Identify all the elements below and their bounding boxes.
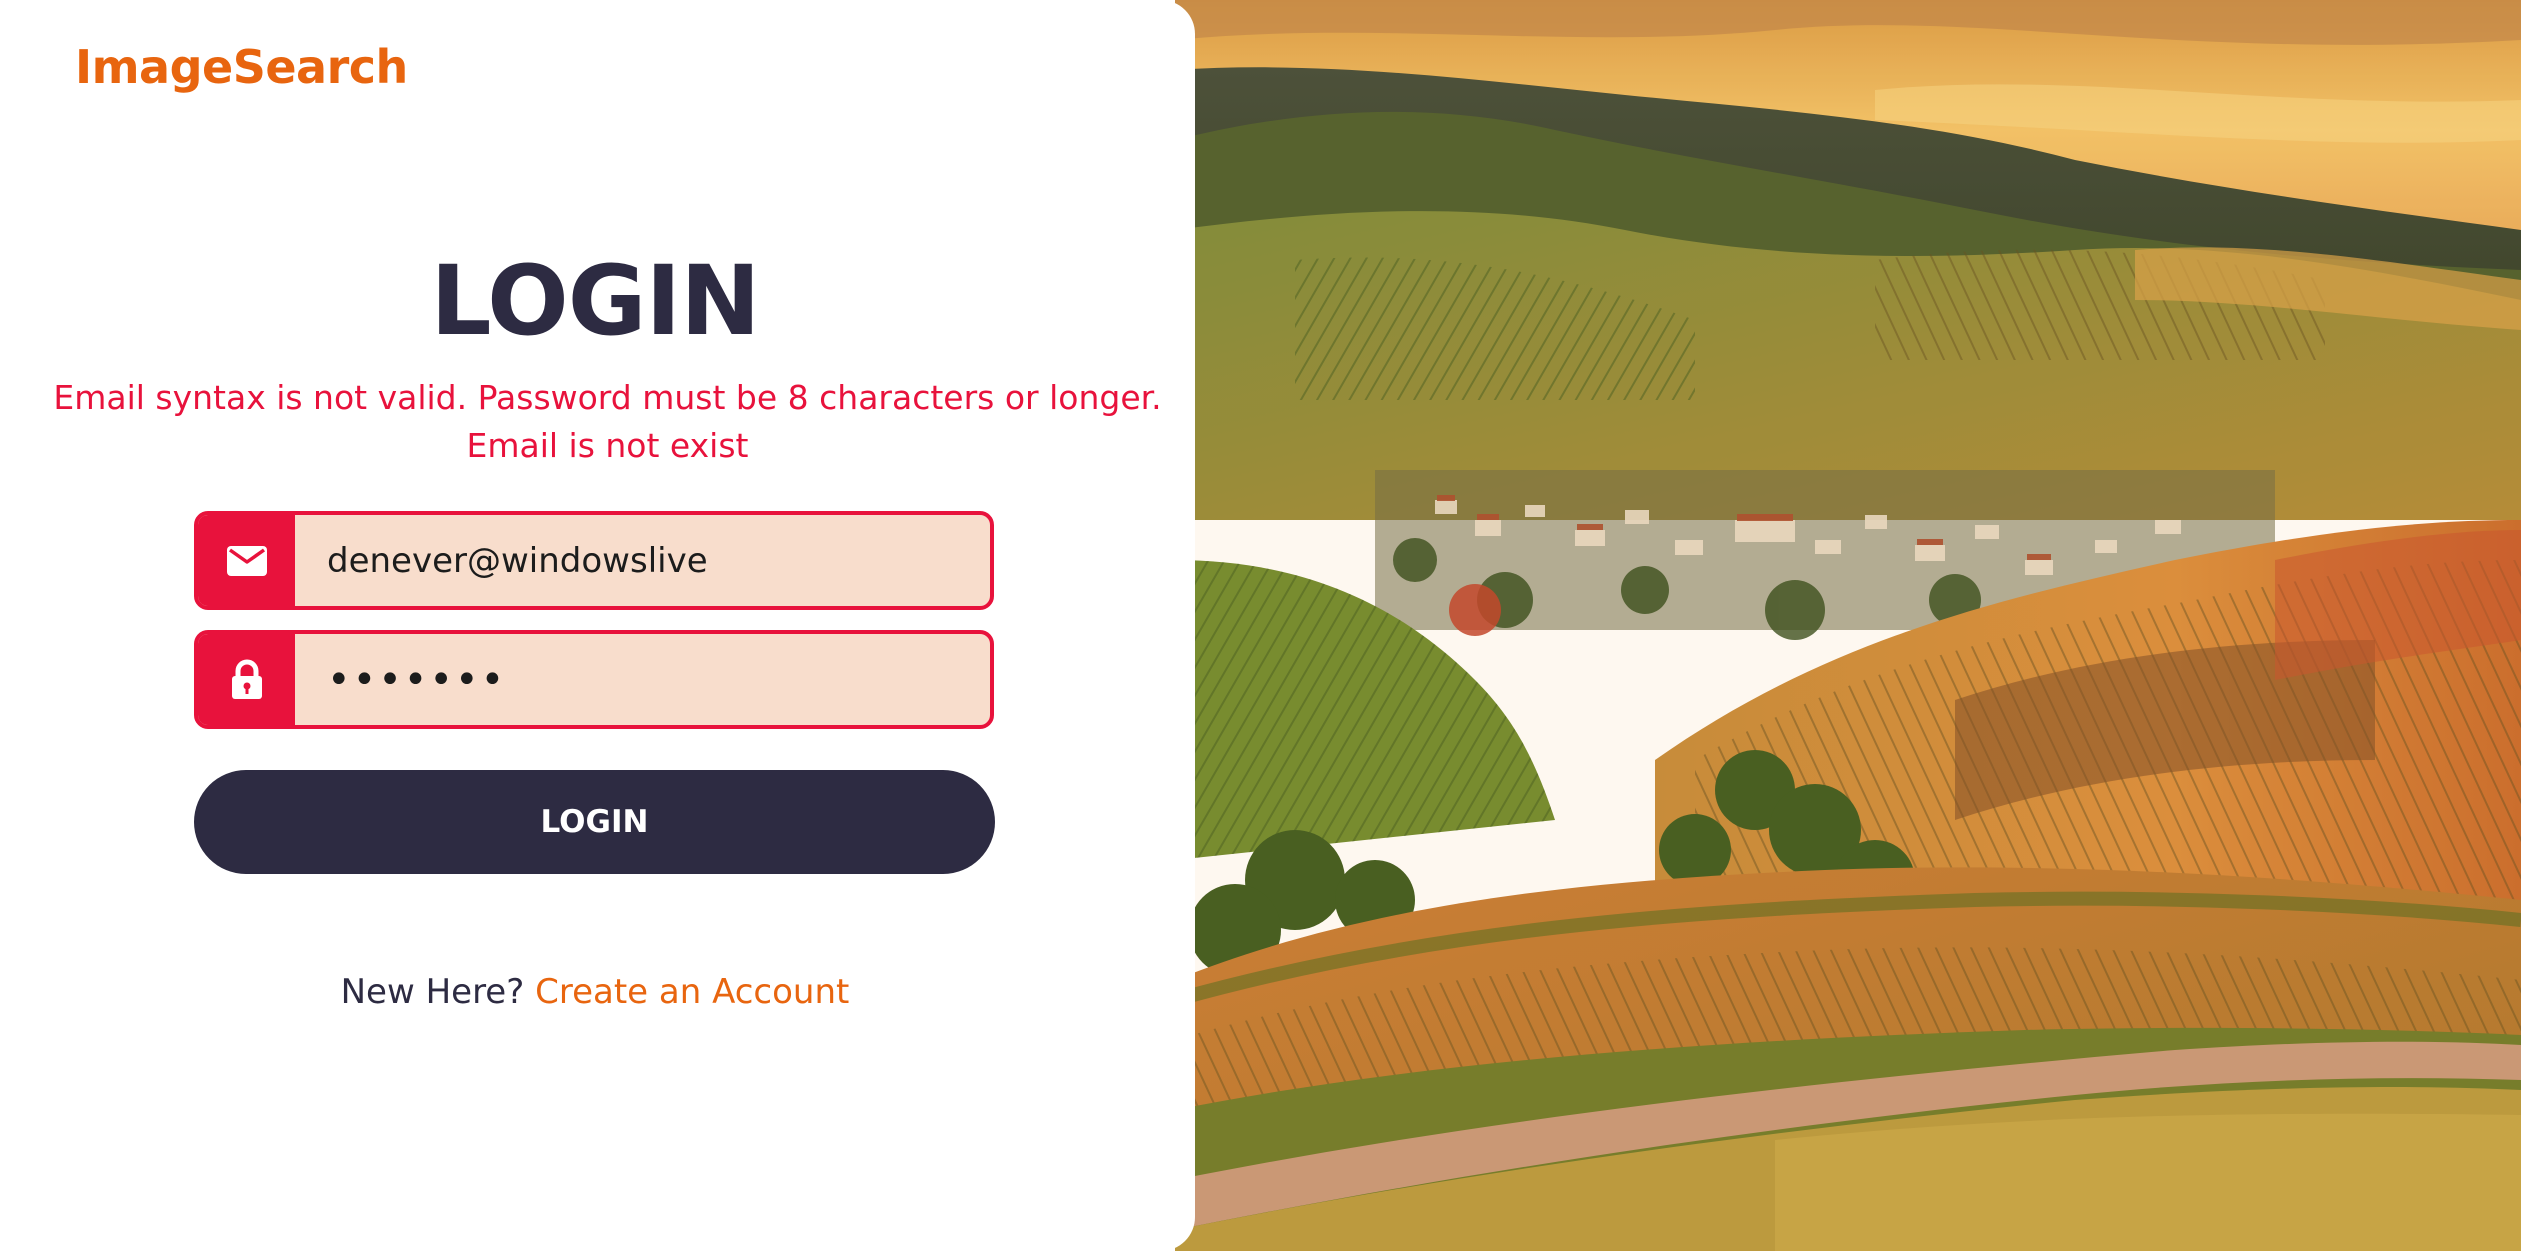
brand-logo[interactable]: ImageSearch [75,40,408,94]
landscape-image [1175,0,2521,1251]
page-title: LOGIN [430,245,760,357]
error-messages: Email syntax is not valid. Password must… [40,374,1175,470]
signup-prompt: New Here? Create an Account [0,972,1190,1012]
email-input[interactable] [295,515,990,606]
password-input[interactable] [295,634,990,725]
lock-icon [198,634,295,725]
password-field-group [194,630,994,729]
email-field-group [194,511,994,610]
signup-prompt-text: New Here? [340,972,525,1012]
create-account-link[interactable]: Create an Account [535,972,849,1012]
vineyard-landscape-illustration [1175,0,2521,1251]
login-page: ImageSearch LOGIN Email syntax is not va… [0,0,2521,1251]
error-message: Email syntax is not valid. Password must… [53,378,1162,417]
mail-icon [198,515,295,606]
error-message: Email is not exist [466,426,749,465]
login-panel: ImageSearch LOGIN Email syntax is not va… [0,0,1195,1251]
login-button[interactable]: LOGIN [194,770,995,874]
